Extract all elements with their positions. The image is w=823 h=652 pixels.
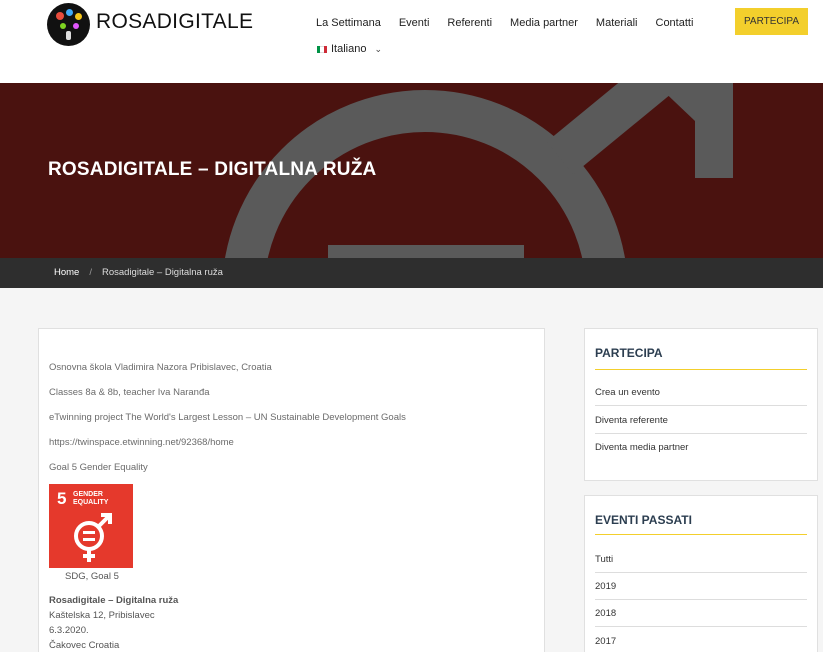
link-eventi-2018[interactable]: 2018	[595, 608, 807, 627]
gender-equality-icon	[74, 513, 112, 562]
language-label: Italiano	[331, 43, 367, 55]
partecipa-widget: PARTECIPA Crea un evento Diventa referen…	[584, 328, 818, 481]
logo-dot	[56, 12, 64, 20]
nav-eventi[interactable]: Eventi	[399, 17, 430, 29]
goal-line: Goal 5 Gender Equality	[49, 462, 148, 473]
partecipa-button[interactable]: PARTECIPA	[735, 8, 808, 35]
breadcrumb: Home / Rosadigitale – Digitalna ruža	[54, 267, 223, 278]
italy-flag-icon	[317, 45, 327, 53]
project-line: eTwinning project The World's Largest Le…	[49, 412, 406, 423]
page-hero: ROSADIGITALE – DIGITALNA RUŽA	[0, 83, 823, 258]
widget-title-underline	[595, 369, 807, 370]
main-nav: La Settimana Eventi Referenti Media part…	[316, 17, 711, 29]
logo-dot	[60, 23, 66, 29]
event-address: Kaštelska 12, Pribislavec	[49, 610, 155, 621]
classes-line: Classes 8a & 8b, teacher Iva Naranđa	[49, 387, 210, 398]
brand-name[interactable]: ROSADIGITALE	[96, 10, 253, 34]
link-eventi-tutti[interactable]: Tutti	[595, 554, 807, 573]
logo-dot	[66, 31, 71, 40]
site-logo[interactable]	[47, 3, 90, 46]
event-title: Rosadigitale – Digitalna ruža	[49, 595, 179, 606]
nav-referenti[interactable]: Referenti	[447, 17, 492, 29]
link-crea-un-evento[interactable]: Crea un evento	[595, 387, 807, 406]
article-card: Osnovna škola Vladimira Nazora Pribislav…	[38, 328, 545, 652]
eventi-passati-widget: EVENTI PASSATI Tutti 2019 2018 2017	[584, 495, 818, 652]
site-header: ROSADIGITALE La Settimana Eventi Referen…	[0, 0, 823, 83]
nav-la-settimana[interactable]: La Settimana	[316, 17, 381, 29]
image-caption: SDG, Goal 5	[65, 571, 119, 582]
event-city: Čakovec Croatia	[49, 640, 120, 651]
breadcrumb-bar: Home / Rosadigitale – Digitalna ruža	[0, 258, 823, 288]
sdg-goal-5-image: 5 GENDER EQUALITY	[49, 484, 133, 568]
link-eventi-2019[interactable]: 2019	[595, 581, 807, 600]
eventi-passati-widget-title: EVENTI PASSATI	[595, 513, 692, 527]
widget-title-underline	[595, 534, 807, 535]
logo-dot	[66, 9, 73, 16]
breadcrumb-current: Rosadigitale – Digitalna ruža	[101, 267, 223, 278]
event-date: 6.3.2020.	[49, 625, 89, 636]
breadcrumb-separator: /	[89, 267, 92, 278]
school-line: Osnovna škola Vladimira Nazora Pribislav…	[49, 362, 272, 373]
nav-contatti[interactable]: Contatti	[656, 17, 694, 29]
link-diventa-media-partner[interactable]: Diventa media partner	[595, 442, 807, 460]
nav-materiali[interactable]: Materiali	[596, 17, 638, 29]
nav-media-partner[interactable]: Media partner	[510, 17, 578, 29]
page-title: ROSADIGITALE – DIGITALNA RUŽA	[48, 159, 377, 180]
breadcrumb-home[interactable]: Home	[54, 267, 79, 278]
language-selector[interactable]: Italiano ⌄	[317, 43, 382, 55]
link-diventa-referente[interactable]: Diventa referente	[595, 415, 807, 434]
logo-dot	[75, 13, 82, 20]
chevron-down-icon: ⌄	[374, 43, 383, 54]
twinspace-link[interactable]: https://twinspace.etwinning.net/92368/ho…	[49, 437, 234, 448]
link-eventi-2017[interactable]: 2017	[595, 636, 807, 652]
partecipa-widget-title: PARTECIPA	[595, 346, 663, 360]
logo-dot	[73, 23, 79, 29]
